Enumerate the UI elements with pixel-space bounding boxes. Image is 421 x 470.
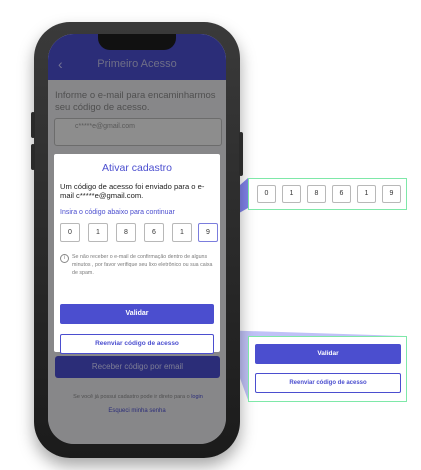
code-digit-input[interactable]: 1 — [172, 223, 192, 242]
modal-message: Um código de acesso foi enviado para o e… — [60, 182, 205, 200]
info-icon: i — [60, 254, 69, 263]
code-prompt: Insira o código abaixo para continuar — [60, 209, 175, 216]
code-input-row: 0 1 8 6 1 9 — [60, 223, 218, 242]
phone-screen: ‹ Primeiro Acesso Informe o e-mail para … — [48, 34, 226, 444]
resend-code-button[interactable]: Reenviar código de acesso — [255, 373, 401, 393]
resend-code-button[interactable]: Reenviar código de acesso — [60, 334, 214, 354]
validate-button[interactable]: Validar — [60, 304, 214, 324]
code-zoom-callout: 0 1 8 6 1 9 — [248, 178, 407, 210]
activate-modal: Ativar cadastro Um código de acesso foi … — [54, 154, 220, 354]
code-digit-input[interactable]: 6 — [332, 185, 351, 203]
volume-button — [31, 144, 35, 170]
code-digit-input[interactable]: 1 — [357, 185, 376, 203]
code-digit-input[interactable]: 1 — [282, 185, 301, 203]
phone-frame: ‹ Primeiro Acesso Informe o e-mail para … — [31, 22, 243, 458]
power-button — [239, 132, 243, 176]
code-digit-input[interactable]: 0 — [257, 185, 276, 203]
code-digit-input[interactable]: 1 — [88, 223, 108, 242]
validate-button[interactable]: Validar — [255, 344, 401, 364]
code-digit-input[interactable]: 8 — [307, 185, 326, 203]
code-digit-input[interactable]: 6 — [144, 223, 164, 242]
code-digit-input[interactable]: 9 — [382, 185, 401, 203]
notch — [98, 34, 176, 50]
code-digit-input[interactable]: 0 — [60, 223, 80, 242]
code-digit-input[interactable]: 8 — [116, 223, 136, 242]
modal-title: Ativar cadastro — [101, 162, 173, 174]
info-text: Se não receber o e-mail de confirmação d… — [72, 254, 213, 276]
volume-button — [31, 112, 35, 138]
buttons-zoom-callout: Validar Reenviar código de acesso — [248, 336, 407, 402]
code-digit-input[interactable]: 9 — [198, 223, 218, 242]
